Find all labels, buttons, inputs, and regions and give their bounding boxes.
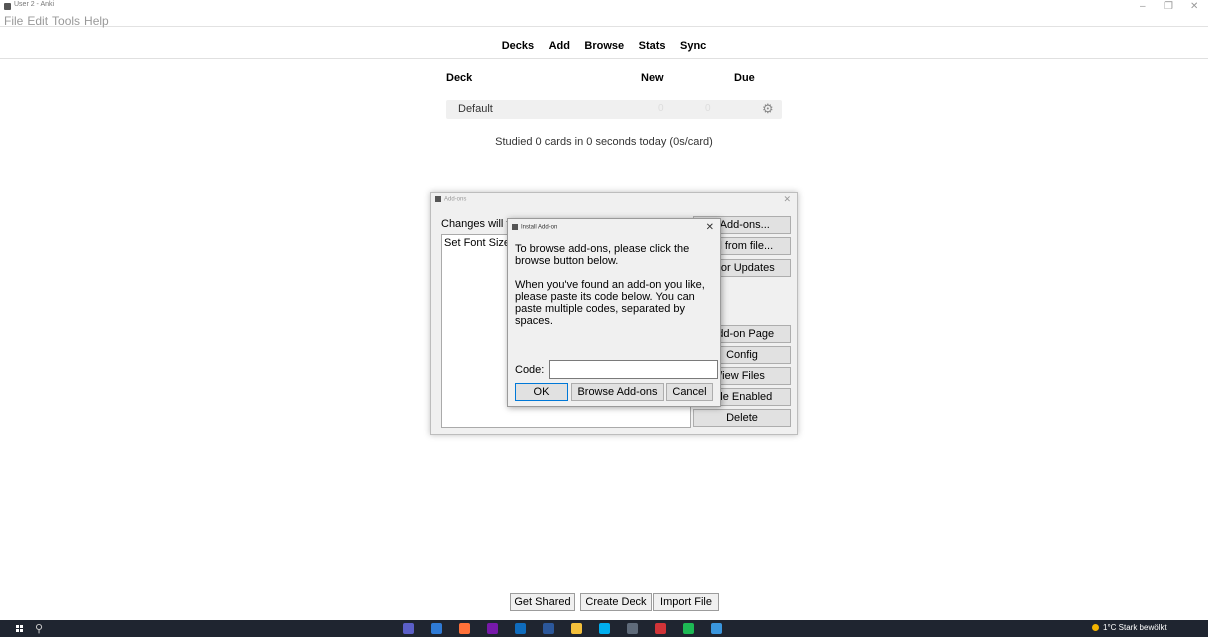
install-instructions: To browse add-ons, please click the brow… [515,243,717,339]
onenote-icon[interactable] [487,623,498,634]
addons-close-button[interactable]: ✕ [783,194,791,205]
menu-tools[interactable]: Tools [52,14,80,28]
addons-dialog-title-text: Add-ons [444,196,467,203]
close-button[interactable]: ✕ [1190,2,1198,12]
deck-name-default[interactable]: Default [458,103,493,115]
deck-row: Default 0 0 ⚙ [446,100,782,119]
install-dialog-title: Install Add-on [512,224,557,231]
create-deck-button[interactable]: Create Deck [580,593,652,611]
ok-button[interactable]: OK [515,383,568,401]
menubar: File Edit Tools Help [0,12,1208,28]
minimize-button[interactable]: – [1140,2,1146,12]
list-item[interactable]: Set Font Size [444,237,510,249]
install-addon-dialog: Install Add-on ✕ To browse add-ons, plea… [507,218,721,407]
search-icon[interactable]: ⚲ [35,622,43,635]
code-label: Code: [515,364,545,376]
maximize-button[interactable]: ❐ [1164,2,1173,12]
photos-icon[interactable] [711,623,722,634]
toolbar-add[interactable]: Add [549,40,570,52]
deck-new-count: 0 [658,103,664,114]
import-file-button[interactable]: Import File [653,593,719,611]
word-icon[interactable] [543,623,554,634]
teams-icon[interactable] [403,623,414,634]
windows-taskbar: ⚲ 1°C Stark bewölkt [0,620,1208,637]
toolbar-stats[interactable]: Stats [639,40,666,52]
browse-addons-button[interactable]: Browse Add-ons [571,383,664,401]
anki-icon[interactable] [627,623,638,634]
file-explorer-icon[interactable] [571,623,582,634]
install-dialog-title-text: Install Add-on [521,224,558,231]
cancel-button[interactable]: Cancel [666,383,713,401]
toolbar-sync[interactable]: Sync [680,40,706,52]
firefox-icon[interactable] [459,623,470,634]
weather-widget[interactable]: 1°C Stark bewölkt [1092,623,1167,632]
addons-changes-text: Changes will t [441,218,510,230]
toolbar-browse[interactable]: Browse [584,40,624,52]
toolbar-decks[interactable]: Decks [502,40,534,52]
get-shared-button[interactable]: Get Shared [510,593,575,611]
todo-icon[interactable] [431,623,442,634]
skype-icon[interactable] [599,623,610,634]
install-close-button[interactable]: ✕ [706,222,714,233]
weather-cloud-icon [1092,624,1099,632]
gear-icon[interactable]: ⚙ [762,101,774,117]
main-toolbar: Decks Add Browse Stats Sync [0,36,1208,59]
code-input[interactable] [549,360,718,379]
windows-start-icon[interactable] [16,625,23,632]
addons-dialog-title: Add-ons [435,196,466,203]
install-instructions-para2: When you've found an add-on you like, pl… [515,279,705,327]
outlook-icon[interactable] [515,623,526,634]
deck-due-count: 0 [705,103,711,114]
menu-help[interactable]: Help [84,14,109,28]
spotify-icon[interactable] [683,623,694,634]
deck-column-header: Deck [446,72,473,84]
app-red-icon[interactable] [655,623,666,634]
anki-icon [4,3,11,10]
delete-button[interactable]: Delete [693,409,791,427]
window-title: User 2 - Anki [14,1,55,8]
install-instructions-para1: To browse add-ons, please click the brow… [515,243,690,267]
menu-file[interactable]: File [4,14,23,28]
new-column-header: New [641,72,664,84]
anki-icon [435,196,441,202]
studied-summary: Studied 0 cards in 0 seconds today (0s/c… [495,136,713,148]
weather-text: 1°C Stark bewölkt [1103,623,1167,632]
anki-icon [512,224,518,230]
due-column-header: Due [734,72,755,84]
menu-edit[interactable]: Edit [27,14,48,28]
